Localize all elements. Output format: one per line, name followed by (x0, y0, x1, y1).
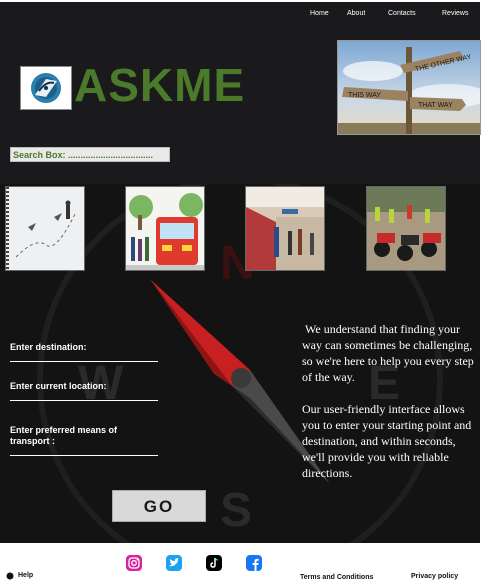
nav-home[interactable]: Home (310, 10, 329, 17)
help-label: Help (18, 572, 34, 579)
info-paragraph-2: Our user-friendly interface allows you t… (302, 402, 472, 480)
footer: Help Terms and Conditions Privacy policy (0, 543, 484, 583)
transport-label: Enter preferred means of transport : (10, 425, 118, 446)
brand-name: ASKME (74, 59, 246, 111)
go-button[interactable]: GO (112, 490, 206, 522)
photo-station (245, 186, 325, 271)
signpost-text-2: THIS WAY (348, 92, 381, 99)
photo-motorbikes (366, 186, 446, 271)
twitter-icon[interactable] (166, 555, 182, 571)
help-icon (6, 572, 14, 580)
transport-input[interactable] (10, 455, 158, 456)
signpost-text-3: THAT WAY (418, 102, 453, 109)
destination-input[interactable] (10, 361, 158, 362)
info-paragraph-1: We understand that finding your way can … (302, 322, 474, 384)
photo-planning (5, 186, 85, 271)
destination-label: Enter destination: (10, 342, 87, 352)
compass-letter-s: S (220, 484, 252, 537)
compass-logo-icon (31, 73, 61, 103)
nav-contacts[interactable]: Contacts (388, 10, 416, 17)
tiktok-icon[interactable] (206, 555, 222, 571)
logo[interactable] (20, 66, 72, 110)
current-location-input[interactable] (10, 400, 158, 401)
terms-link[interactable]: Terms and Conditions (300, 574, 373, 581)
instagram-icon[interactable] (126, 555, 142, 571)
nav-about[interactable]: About (347, 10, 365, 17)
main-section: N W E S Enter destination: Enter current… (0, 184, 480, 543)
privacy-link[interactable]: Privacy policy (411, 573, 458, 580)
top-nav: Home About Contacts Reviews (0, 10, 484, 22)
nav-reviews[interactable]: Reviews (442, 10, 468, 17)
facebook-icon[interactable] (246, 555, 262, 571)
current-location-label: Enter current location: (10, 381, 107, 391)
search-input[interactable]: Search Box: ............................… (10, 147, 170, 162)
photo-bus (125, 186, 205, 271)
signpost-image: THE OTHER WAY THIS WAY THAT WAY (337, 40, 481, 135)
